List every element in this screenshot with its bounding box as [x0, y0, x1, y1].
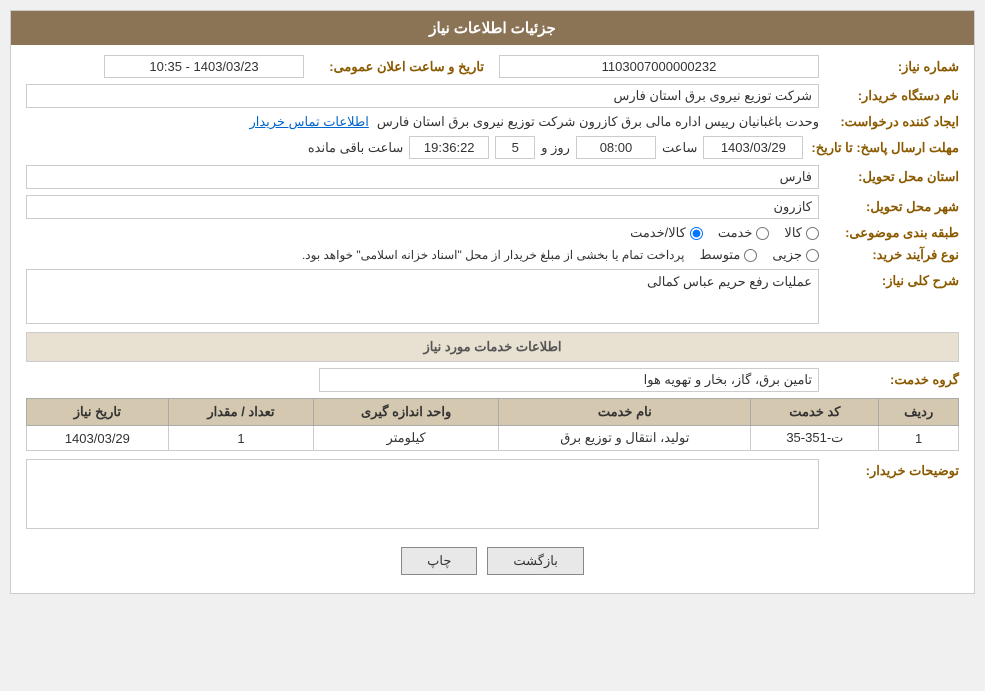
- need-number-value: 1103007000000232: [499, 55, 819, 78]
- announcement-date-label: تاریخ و ساعت اعلان عمومی:: [304, 59, 484, 75]
- response-time-value: 08:00: [576, 136, 656, 159]
- col-row-number: ردیف: [879, 399, 959, 426]
- announcement-date-value: 1403/03/23 - 10:35: [104, 55, 304, 78]
- process-type-label: نوع فرآیند خرید:: [819, 247, 959, 263]
- delivery-province-label: استان محل تحویل:: [819, 169, 959, 185]
- services-section-title: اطلاعات خدمات مورد نیاز: [26, 332, 959, 362]
- response-days-label: روز و: [541, 140, 570, 156]
- response-deadline-label: مهلت ارسال پاسخ: تا تاریخ:: [803, 140, 959, 156]
- response-remaining-label: ساعت باقی مانده: [308, 140, 403, 156]
- col-date: تاریخ نیاز: [27, 399, 169, 426]
- delivery-city-label: شهر محل تحویل:: [819, 199, 959, 215]
- services-table: ردیف کد خدمت نام خدمت واحد اندازه گیری ت…: [26, 398, 959, 451]
- buyer-notes-textarea[interactable]: [26, 459, 819, 529]
- delivery-province-value: فارس: [26, 165, 819, 189]
- process-note: پرداخت تمام یا بخشی از مبلغ خریدار از مح…: [302, 248, 685, 262]
- response-days-value: 5: [495, 136, 535, 159]
- general-description-value: عملیات رفع حریم عباس کمالی: [647, 274, 812, 289]
- action-buttons: بازگشت چاپ: [26, 537, 959, 583]
- category-option-khedmat-label: خدمت: [718, 225, 753, 241]
- general-description-label: شرح کلی نیاز:: [819, 269, 959, 289]
- cell-unit: کیلومتر: [314, 426, 499, 451]
- col-quantity: تعداد / مقدار: [168, 399, 313, 426]
- service-group-label: گروه خدمت:: [819, 372, 959, 388]
- response-remaining-value: 19:36:22: [409, 136, 489, 159]
- category-radio-group: کالا خدمت کالا/خدمت: [26, 225, 819, 241]
- cell-service-code: ت-351-35: [751, 426, 879, 451]
- creator-label: ایجاد کننده درخواست:: [819, 114, 959, 130]
- process-option-jozi-label: جزیی: [772, 247, 802, 263]
- creator-value: وحدت باغبانیان رییس اداره مالی برق کازرو…: [377, 114, 819, 130]
- table-row: 1 ت-351-35 تولید، انتقال و توزیع برق کیل…: [27, 426, 959, 451]
- buyer-name-label: نام دستگاه خریدار:: [819, 88, 959, 104]
- buyer-name-value: شرکت توزیع نیروی برق استان فارس: [26, 84, 819, 108]
- category-option-kala-khedmat-label: کالا/خدمت: [630, 225, 686, 241]
- category-option-khedmat[interactable]: خدمت: [718, 225, 770, 241]
- col-service-name: نام خدمت: [499, 399, 751, 426]
- delivery-city-value: کازرون: [26, 195, 819, 219]
- general-description-box: عملیات رفع حریم عباس کمالی: [26, 269, 819, 324]
- cell-quantity: 1: [168, 426, 313, 451]
- cell-date: 1403/03/29: [27, 426, 169, 451]
- category-option-kala-label: کالا: [784, 225, 802, 241]
- page-header: جزئیات اطلاعات نیاز: [11, 11, 974, 45]
- category-label: طبقه بندی موضوعی:: [819, 225, 959, 241]
- process-option-jozi[interactable]: جزیی: [772, 247, 819, 263]
- category-option-kala[interactable]: کالا: [784, 225, 819, 241]
- cell-service-name: تولید، انتقال و توزیع برق: [499, 426, 751, 451]
- col-unit: واحد اندازه گیری: [314, 399, 499, 426]
- process-option-motavasset-label: متوسط: [699, 247, 740, 263]
- print-button[interactable]: چاپ: [401, 547, 477, 575]
- response-date-value: 1403/03/29: [703, 136, 803, 159]
- category-option-kala-khedmat[interactable]: کالا/خدمت: [630, 225, 703, 241]
- col-service-code: کد خدمت: [751, 399, 879, 426]
- back-button[interactable]: بازگشت: [487, 547, 583, 575]
- cell-row-number: 1: [879, 426, 959, 451]
- contact-info-link[interactable]: اطلاعات تماس خریدار: [249, 114, 368, 130]
- process-option-motavasset[interactable]: متوسط: [699, 247, 757, 263]
- service-group-value: تامین برق، گاز، بخار و تهویه هوا: [319, 368, 819, 392]
- response-time-label: ساعت: [662, 140, 697, 156]
- need-number-label: شماره نیاز:: [819, 59, 959, 75]
- buyer-notes-label: توضیحات خریدار:: [819, 459, 959, 479]
